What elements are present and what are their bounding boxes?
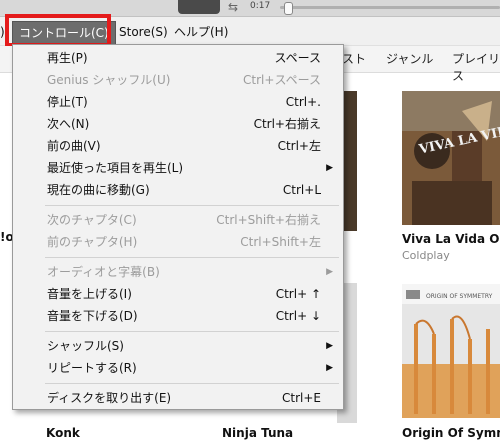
menu-separator	[45, 331, 339, 332]
menu-item-next[interactable]: 次へ(N) Ctrl+右揃え	[13, 113, 343, 135]
menu-item-label: オーディオと字幕(B)	[47, 265, 160, 279]
menu-item-label: 前のチャプタ(H)	[47, 235, 138, 249]
menu-item-label: リピートする(R)	[47, 361, 137, 375]
now-playing-artwork[interactable]	[178, 0, 220, 14]
menu-item-label: 再生(P)	[47, 51, 88, 65]
album-art-text-2: ORIGIN OF SYMMETRY	[426, 293, 493, 300]
menu-item-label: 現在の曲に移動(G)	[47, 183, 150, 197]
tab-playlists[interactable]: プレイリス	[452, 50, 500, 84]
menu-item-stop[interactable]: 停止(T) Ctrl+.	[13, 91, 343, 113]
highlight-box	[5, 14, 111, 47]
submenu-arrow-icon: ▶	[326, 363, 333, 373]
progress-track[interactable]	[280, 6, 500, 9]
menu-item-label: 次のチャプタ(C)	[47, 213, 137, 227]
menu-item-shortcut: Ctrl+左	[277, 139, 321, 153]
submenu-arrow-icon: ▶	[326, 267, 333, 277]
menubar-partial-item[interactable]: )	[0, 24, 5, 40]
menu-item-shortcut: Ctrl+ ↓	[275, 309, 321, 323]
album-artist[interactable]: Coldplay	[402, 249, 450, 262]
menu-item-volume-down[interactable]: 音量を下げる(D) Ctrl+ ↓	[13, 305, 343, 327]
menu-item-previous[interactable]: 前の曲(V) Ctrl+左	[13, 135, 343, 157]
tab-artists[interactable]: スト	[342, 50, 366, 67]
menu-help[interactable]: ヘルプ(H)	[174, 24, 228, 40]
elapsed-time: 0:17	[250, 1, 271, 11]
menu-item-label: 音量を上げる(I)	[47, 287, 132, 301]
album-art-origin-of-symmetry[interactable]: ORIGIN OF SYMMETRY	[402, 284, 500, 418]
menu-item-next-chapter: 次のチャプタ(C) Ctrl+Shift+右揃え	[13, 209, 343, 231]
menu-item-shortcut: Ctrl+E	[282, 391, 321, 405]
menu-item-label: 次へ(N)	[47, 117, 90, 131]
menu-item-label: 前の曲(V)	[47, 139, 101, 153]
progress-knob[interactable]	[284, 2, 293, 15]
menu-item-shortcut: Ctrl+スペース	[243, 73, 321, 87]
album-title[interactable]: Viva La Vida Or	[402, 232, 500, 246]
menu-item-play-recent[interactable]: 最近使った項目を再生(L) ▶	[13, 157, 343, 179]
album-title-konk[interactable]: Konk	[46, 426, 80, 440]
submenu-arrow-icon: ▶	[326, 163, 333, 173]
menu-separator	[45, 205, 339, 206]
menu-item-shortcut: Ctrl+Shift+左	[240, 235, 321, 249]
menu-store[interactable]: Store(S)	[119, 24, 168, 40]
menu-item-shortcut: Ctrl+.	[285, 95, 321, 109]
album-title-origin[interactable]: Origin Of Symm	[402, 426, 500, 440]
menu-item-go-to-current[interactable]: 現在の曲に移動(G) Ctrl+L	[13, 179, 343, 201]
menu-item-play[interactable]: 再生(P) スペース	[13, 47, 343, 69]
menu-item-volume-up[interactable]: 音量を上げる(I) Ctrl+ ↑	[13, 283, 343, 305]
menu-item-audio-subtitles: オーディオと字幕(B) ▶	[13, 261, 343, 283]
menu-item-label: 停止(T)	[47, 95, 88, 109]
menu-item-shortcut: Ctrl+Shift+右揃え	[216, 213, 321, 227]
menu-separator	[45, 383, 339, 384]
menu-item-label: 最近使った項目を再生(L)	[47, 161, 184, 175]
menu-item-shortcut: Ctrl+ ↑	[275, 287, 321, 301]
menu-item-previous-chapter: 前のチャプタ(H) Ctrl+Shift+左	[13, 231, 343, 253]
menu-item-label: シャッフル(S)	[47, 339, 124, 353]
menu-item-shortcut: Ctrl+L	[282, 183, 321, 197]
album-art-viva-la-vida[interactable]: VIVA LA VIDA	[402, 91, 500, 225]
menu-item-shuffle[interactable]: シャッフル(S) ▶	[13, 335, 343, 357]
menu-item-genius-shuffle: Genius シャッフル(U) Ctrl+スペース	[13, 69, 343, 91]
menu-item-label: 音量を下げる(D)	[47, 309, 138, 323]
album-title-ninja-tuna[interactable]: Ninja Tuna	[222, 426, 293, 440]
repeat-icon[interactable]: ⇆	[228, 0, 238, 14]
menu-separator	[45, 257, 339, 258]
submenu-arrow-icon: ▶	[326, 341, 333, 351]
control-dropdown-menu: 再生(P) スペース Genius シャッフル(U) Ctrl+スペース 停止(…	[12, 44, 344, 410]
tab-genres[interactable]: ジャンル	[386, 50, 433, 67]
menu-item-label: Genius シャッフル(U)	[47, 73, 171, 87]
menu-item-label: ディスクを取り出す(E)	[47, 391, 172, 405]
menu-item-eject-disc[interactable]: ディスクを取り出す(E) Ctrl+E	[13, 387, 343, 409]
menu-item-shortcut: スペース	[274, 51, 321, 65]
menu-item-repeat[interactable]: リピートする(R) ▶	[13, 357, 343, 379]
menu-item-shortcut: Ctrl+右揃え	[253, 117, 321, 131]
